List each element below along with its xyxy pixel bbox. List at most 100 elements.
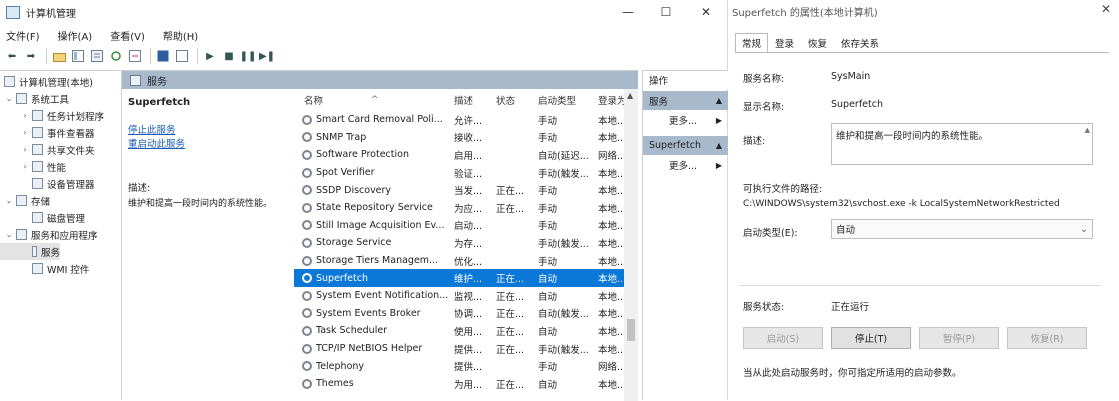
column-header-description[interactable]: 描述 <box>454 89 494 111</box>
computer-management-window: 计算机管理 — ☐ ✕ 文件(F) 操作(A) 查看(V) 帮助(H) ⬅ ➡ … <box>0 0 728 401</box>
tab-general[interactable]: 常规 <box>735 33 769 53</box>
stop-button[interactable]: 停止(T) <box>831 327 911 349</box>
cell-text: 正在... <box>496 379 525 391</box>
tree-item-system-tools[interactable]: ⌄ 系统工具 <box>0 90 69 107</box>
row-log-on-as: 本地... <box>598 217 624 235</box>
table-row[interactable]: Storage Service 为存... 手动(触发... 本地... <box>294 234 624 252</box>
pause-button[interactable]: 暂停(P) <box>919 327 999 349</box>
menu-action[interactable]: 操作(A) <box>58 28 93 43</box>
services-scrollbar[interactable]: ▲ <box>624 89 638 401</box>
table-row[interactable]: TCP/IP NetBIOS Helper 提供... 正在... 手动(触发... 本… <box>294 340 624 358</box>
stop-service-link[interactable]: 停止此服务 <box>128 124 290 138</box>
table-row[interactable]: Task Scheduler 使用... 正在... 自动 本地... <box>294 322 624 340</box>
tab-logon[interactable]: 登录 <box>768 33 801 53</box>
tree-item-label: 共享文件夹 <box>47 145 95 157</box>
more-actions-item[interactable]: 更多... ▶ <box>643 110 728 130</box>
cell-text: 本地... <box>598 115 624 127</box>
actions-section-superfetch[interactable]: Superfetch ▲ <box>643 136 728 155</box>
collapse-icon[interactable]: ▲ <box>716 96 722 105</box>
startup-type-select[interactable]: 自动 ⌄ <box>831 219 1093 239</box>
menu-file[interactable]: 文件(F) <box>6 28 40 43</box>
minimize-button[interactable]: — <box>608 0 648 24</box>
chevron-down-icon[interactable]: ⌄ <box>4 94 14 103</box>
tree-item-computer-management[interactable]: 计算机管理(本地) <box>0 73 93 90</box>
table-row[interactable]: Still Image Acquisition Ev... 启动... 手动 本地..… <box>294 217 624 235</box>
row-name: SSDP Discovery <box>302 181 452 199</box>
tree-item-services[interactable]: 服务 <box>0 243 60 260</box>
tree-item-label: 性能 <box>47 162 67 174</box>
wmi-icon <box>32 263 43 274</box>
chevron-right-icon[interactable]: › <box>20 162 30 171</box>
table-row[interactable]: Smart Card Removal Poli... 允许... 手动 本地... <box>294 111 624 129</box>
tree-item-disk-management[interactable]: 磁盘管理 <box>0 209 85 226</box>
tree-item-shared-folders[interactable]: › 共享文件夹 <box>0 141 95 158</box>
display-name-value: Superfetch <box>831 99 883 110</box>
forward-icon[interactable]: ➡ <box>23 48 39 64</box>
table-row[interactable]: Telephony 提供... 手动 网络... <box>294 357 624 375</box>
properties-icon[interactable] <box>89 48 105 64</box>
maximize-button[interactable]: ☐ <box>646 0 686 24</box>
dialog-close-button[interactable]: ✕ <box>1101 2 1111 16</box>
dialog-title: Superfetch 的属性(本地计算机) <box>732 8 878 19</box>
table-row[interactable]: Superfetch 维护... 正在... 自动 本地... <box>294 269 624 287</box>
chevron-down-icon[interactable]: ⌄ <box>4 196 14 205</box>
resume-button[interactable]: 恢复(R) <box>1007 327 1087 349</box>
table-row[interactable]: System Events Broker 协调... 正在... 自动(触发... 本地… <box>294 305 624 323</box>
table-row[interactable]: System Event Notification... 监视... 正在... 自动… <box>294 287 624 305</box>
description-field[interactable]: 维护和提高一段时间内的系统性能。 ▲ <box>831 123 1093 165</box>
chevron-right-icon[interactable]: › <box>20 111 30 120</box>
gear-icon <box>302 149 312 160</box>
row-status <box>496 129 536 147</box>
table-row[interactable]: Software Protection 启用... 自动(延迟... 网络... <box>294 146 624 164</box>
tab-recovery[interactable]: 恢复 <box>801 33 834 53</box>
table-row[interactable]: Themes 为用... 正在... 自动 本地... <box>294 375 624 393</box>
help-icon[interactable] <box>155 48 171 64</box>
cell-text: 手动(触发... <box>538 168 589 180</box>
tree-item-services-and-apps[interactable]: ⌄ 服务和应用程序 <box>0 226 98 243</box>
column-header-startup-type[interactable]: 启动类型 <box>538 89 598 111</box>
back-icon[interactable]: ⬅ <box>4 48 20 64</box>
tree-item-event-viewer[interactable]: › 事件查看器 <box>0 124 95 141</box>
cell-text: 本地... <box>598 221 624 233</box>
scrollbar-thumb[interactable] <box>627 319 635 341</box>
scroll-up-icon[interactable]: ▲ <box>1085 126 1090 134</box>
actions-section-services[interactable]: 服务 ▲ <box>643 91 728 110</box>
close-button[interactable]: ✕ <box>686 0 726 24</box>
restart-service-icon[interactable]: ▶❚ <box>259 48 275 64</box>
refresh-icon[interactable] <box>108 48 124 64</box>
menu-help[interactable]: 帮助(H) <box>163 28 198 43</box>
start-button[interactable]: 启动(S) <box>743 327 823 349</box>
folder-up-icon[interactable] <box>51 48 67 64</box>
scroll-up-icon[interactable]: ▲ <box>627 91 633 100</box>
start-service-icon[interactable]: ▶ <box>202 48 218 64</box>
cell-text: Superfetch <box>316 272 368 284</box>
row-name: Still Image Acquisition Ev... <box>302 217 452 235</box>
chevron-right-icon[interactable]: › <box>20 145 30 154</box>
table-row[interactable]: SNMP Trap 接收... 手动 本地... <box>294 129 624 147</box>
cell-text: 自动(触发... <box>538 309 589 321</box>
chevron-down-icon[interactable]: ⌄ <box>4 230 14 239</box>
export-list-icon[interactable] <box>127 48 143 64</box>
tree-item-performance[interactable]: › 性能 <box>0 158 66 175</box>
menu-view[interactable]: 查看(V) <box>110 28 145 43</box>
column-header-name[interactable]: 名称 ^ <box>304 89 454 111</box>
show-hide-tree-icon[interactable] <box>70 48 86 64</box>
table-row[interactable]: State Repository Service 为应... 正在... 手动 本地..… <box>294 199 624 217</box>
tree-item-wmi-control[interactable]: WMI 控件 <box>0 260 89 277</box>
stop-service-icon[interactable]: ■ <box>221 48 237 64</box>
chevron-right-icon[interactable]: › <box>20 128 30 137</box>
column-header-status[interactable]: 状态 <box>496 89 536 111</box>
pause-service-icon[interactable]: ❚❚ <box>240 48 257 64</box>
table-row[interactable]: SSDP Discovery 当发... 正在... 手动 本地... <box>294 181 624 199</box>
tab-dependencies[interactable]: 依存关系 <box>834 33 886 53</box>
console-icon[interactable] <box>174 48 190 64</box>
tree-item-storage[interactable]: ⌄ 存储 <box>0 192 50 209</box>
more-actions-item[interactable]: 更多... ▶ <box>643 155 728 175</box>
table-row[interactable]: Storage Tiers Managem... 优化... 手动 本地... <box>294 252 624 270</box>
restart-service-link[interactable]: 重启动此服务 <box>128 138 290 152</box>
collapse-icon[interactable]: ▲ <box>716 141 722 150</box>
gear-icon <box>302 255 312 266</box>
table-row[interactable]: Spot Verifier 验证... 手动(触发... 本地... <box>294 164 624 182</box>
tree-item-task-scheduler[interactable]: › 任务计划程序 <box>0 107 104 124</box>
tree-item-device-manager[interactable]: 设备管理器 <box>0 175 95 192</box>
